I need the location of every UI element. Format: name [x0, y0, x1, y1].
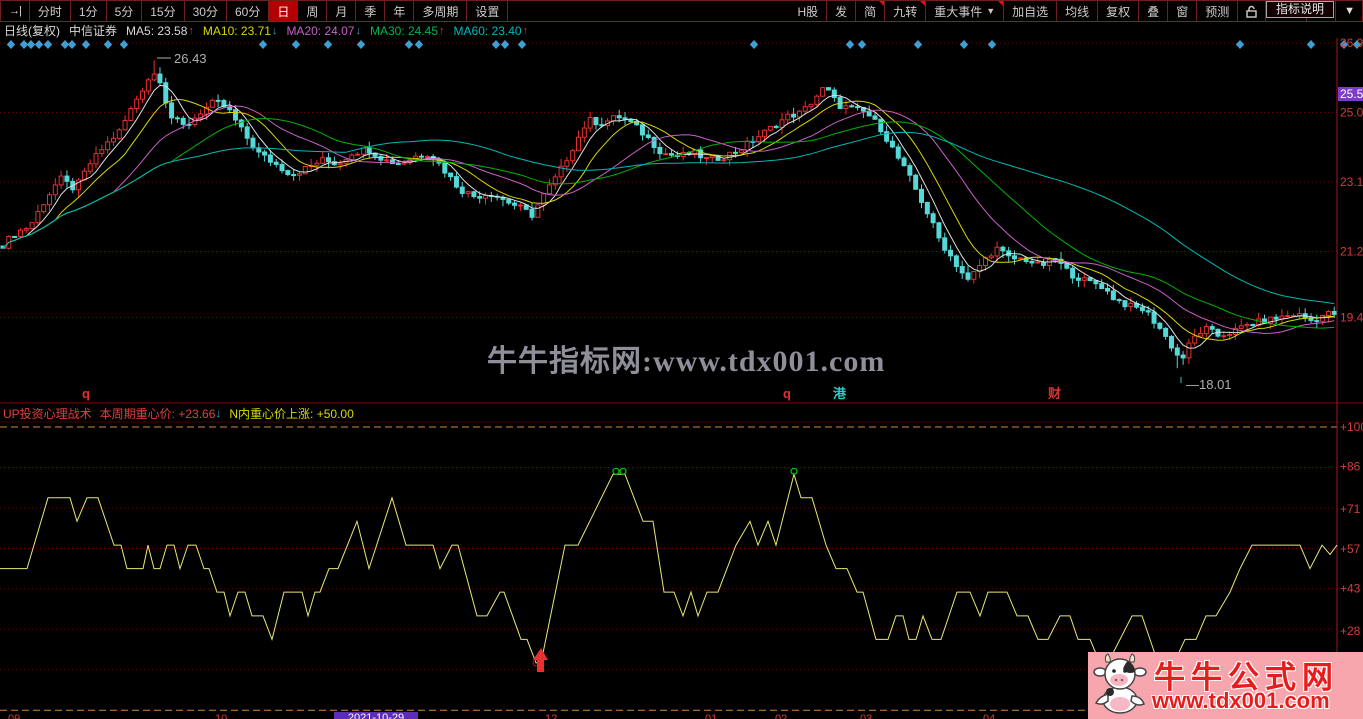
toolbar-period-9[interactable]: 季 — [356, 0, 386, 21]
up-arrow-icon: ↑ — [522, 24, 529, 37]
quote-segment-5: MA30: 24.45 ↑ — [370, 24, 445, 38]
toolbar-action-2[interactable]: 简 — [856, 0, 886, 21]
toolbar-action-3[interactable]: 九转 — [885, 0, 927, 21]
indicator-text-2: N内重心价上涨: +50.00 — [229, 406, 354, 421]
svg-text:+71: +71 — [1340, 502, 1361, 516]
toolbar-action-4[interactable]: 重大事件 ▼ — [926, 0, 1005, 21]
svg-text:23.1: 23.1 — [1340, 175, 1363, 189]
toolbar-action-7[interactable]: 复权 — [1098, 0, 1140, 21]
quote-segment-2: MA5: 23.58 ↑ — [126, 24, 194, 38]
price-axis: 26.925.023.121.219.425.5+100+86+71+57+43… — [1336, 36, 1363, 719]
indicator-segment-1: 本周期重心价: +23.66 ↓ — [100, 405, 222, 422]
down-arrow-icon: ↓ — [355, 24, 361, 37]
toolbar-action-1[interactable]: 发 — [827, 0, 857, 21]
quote-segment-0: 日线(复权) — [4, 22, 60, 39]
indicator-segment-2: N内重心价上涨: +50.00 — [229, 405, 353, 422]
indicator-text-0: UP投资心理战术 — [3, 406, 92, 421]
indicator-segment-0: UP投资心理战术 — [3, 405, 92, 422]
psy-indicator[interactable] — [0, 467, 1338, 672]
toolbar-period-10[interactable]: 年 — [385, 0, 415, 21]
toolbar-period-5[interactable]: 60分 — [226, 0, 270, 21]
date-tick-5: 03 — [860, 713, 873, 719]
date-tick-3: 01 — [705, 713, 718, 719]
toolbar-dropdown-button[interactable]: ▼ — [1336, 0, 1363, 21]
chart-marker-2: 港 — [833, 386, 847, 401]
toolbar-action-6[interactable]: 均线 — [1057, 0, 1099, 21]
corner-watermark: 牛牛公式网 www.tdx001.com — [1088, 652, 1363, 719]
svg-text:+86: +86 — [1340, 460, 1361, 474]
quote-segment-3: MA10: 23.71 ↓ — [203, 24, 278, 38]
svg-text:+43: +43 — [1340, 581, 1361, 595]
cow-mascot-icon — [1093, 653, 1147, 714]
toolbar-period-3[interactable]: 15分 — [142, 0, 185, 21]
date-tick-0: 09 — [8, 713, 21, 719]
toolbar-spacer — [508, 0, 790, 21]
quote-text-4: MA20: 24.07 — [286, 23, 355, 38]
toolbar-action-9[interactable]: 窗 — [1168, 0, 1198, 21]
quote-text-0: 日线(复权) — [4, 24, 60, 38]
quote-info-bar: 日线(复权) 中信证券 MA5: 23.58 ↑ MA10: 23.71 ↓ MA20: 2… — [0, 22, 1363, 39]
chevron-down-icon: ▼ — [986, 6, 996, 16]
quote-segment-4: MA20: 24.07 ↓ — [286, 24, 361, 38]
buy-signal-arrow-icon — [533, 648, 548, 672]
quote-segment-6: MA60: 23.40 ↑ — [454, 24, 529, 38]
indicator-help-button[interactable]: 指标说明 — [1265, 1, 1334, 18]
date-tick-4: 02 — [775, 713, 788, 719]
chart-marker-1: q — [783, 386, 791, 401]
svg-text:19.4: 19.4 — [1340, 310, 1363, 324]
quote-segment-1: 中信证券 — [69, 22, 117, 39]
date-tick-1: 10 — [215, 713, 228, 719]
chevron-down-icon: ▼ — [1344, 5, 1355, 17]
svg-text:21.2: 21.2 — [1340, 245, 1363, 259]
toolbar-period-8[interactable]: 月 — [327, 0, 357, 21]
svg-text:25.5: 25.5 — [1340, 87, 1363, 101]
svg-text:+57: +57 — [1340, 542, 1361, 556]
corner-watermark-url: www.tdx001.com — [1152, 688, 1330, 713]
ma-lines — [2, 84, 1335, 349]
tdx-terminal-window: 26.43 —18.01 q q 港财 26.9 25.0 23.1 21.2 19.4 25.5 +… — [0, 0, 1363, 719]
svg-text:+28: +28 — [1340, 624, 1361, 638]
quote-text-2: MA5: 23.58 — [126, 23, 188, 38]
quote-text-6: MA60: 23.40 — [453, 23, 522, 38]
toolbar-period-4[interactable]: 30分 — [184, 0, 227, 21]
toolbar-period-12[interactable]: 设置 — [467, 0, 509, 21]
toolbar-period-7[interactable]: 周 — [298, 0, 328, 21]
period-toolbar: →| 分时 1分 5分 15分 30分 60分日周月季年多周期 设置 H股发简九转 重大事件 ▼ 加自… — [0, 0, 1363, 22]
quote-text-3: MA10: 23.71 — [202, 23, 271, 38]
up-arrow-icon: ↑ — [188, 24, 194, 37]
quote-text-1: 中信证券 — [69, 24, 118, 38]
arrow-bar-icon: →| — [9, 5, 22, 17]
toolbar-action-8[interactable]: 叠 — [1139, 0, 1169, 21]
date-tick-6: 04 — [983, 713, 996, 719]
indicator-text-1: 本周期重心价: +23.66 — [99, 406, 216, 421]
svg-text:+100: +100 — [1340, 420, 1363, 434]
toolbar-period-11[interactable]: 多周期 — [414, 0, 468, 21]
toolbar-period-2[interactable]: 5分 — [106, 0, 143, 21]
indicator-header: UP投资心理战术 本周期重心价: +23.66 ↓ N内重心价上涨: +50.00 — [0, 404, 1363, 422]
chart-marker-3: 财 — [1048, 386, 1061, 401]
chart-marker-0: q — [82, 386, 90, 401]
center-watermark: 牛牛指标网:www.tdx001.com — [487, 345, 886, 378]
down-arrow-icon: ↓ — [215, 406, 222, 420]
toolbar-period-0[interactable]: 分时 — [29, 0, 71, 21]
toolbar-action-5[interactable]: 加自选 — [1004, 0, 1058, 21]
down-arrow-icon: ↓ — [271, 24, 278, 37]
up-arrow-icon: ↑ — [439, 24, 445, 37]
jump-to-latest-icon[interactable]: →| — [0, 0, 30, 21]
lock-icon — [1246, 5, 1257, 18]
quote-text-5: MA30: 24.45 — [369, 23, 439, 38]
toolbar-action-10[interactable]: 预测 — [1197, 0, 1239, 21]
event-markers[interactable] — [6, 40, 1362, 49]
toolbar-period-6[interactable]: 日 — [269, 0, 299, 21]
date-tick-2: 12 — [545, 713, 558, 719]
toolbar-lock-button[interactable] — [1238, 0, 1267, 21]
svg-text:—18.01: —18.01 — [1186, 377, 1232, 392]
selected-date-tag: 2021-10-29 — [334, 712, 418, 719]
svg-text:25.0: 25.0 — [1340, 106, 1363, 120]
svg-text:26.43: 26.43 — [174, 51, 207, 66]
toolbar-action-0[interactable]: H股 — [789, 0, 828, 21]
toolbar-period-1[interactable]: 1分 — [70, 0, 107, 21]
